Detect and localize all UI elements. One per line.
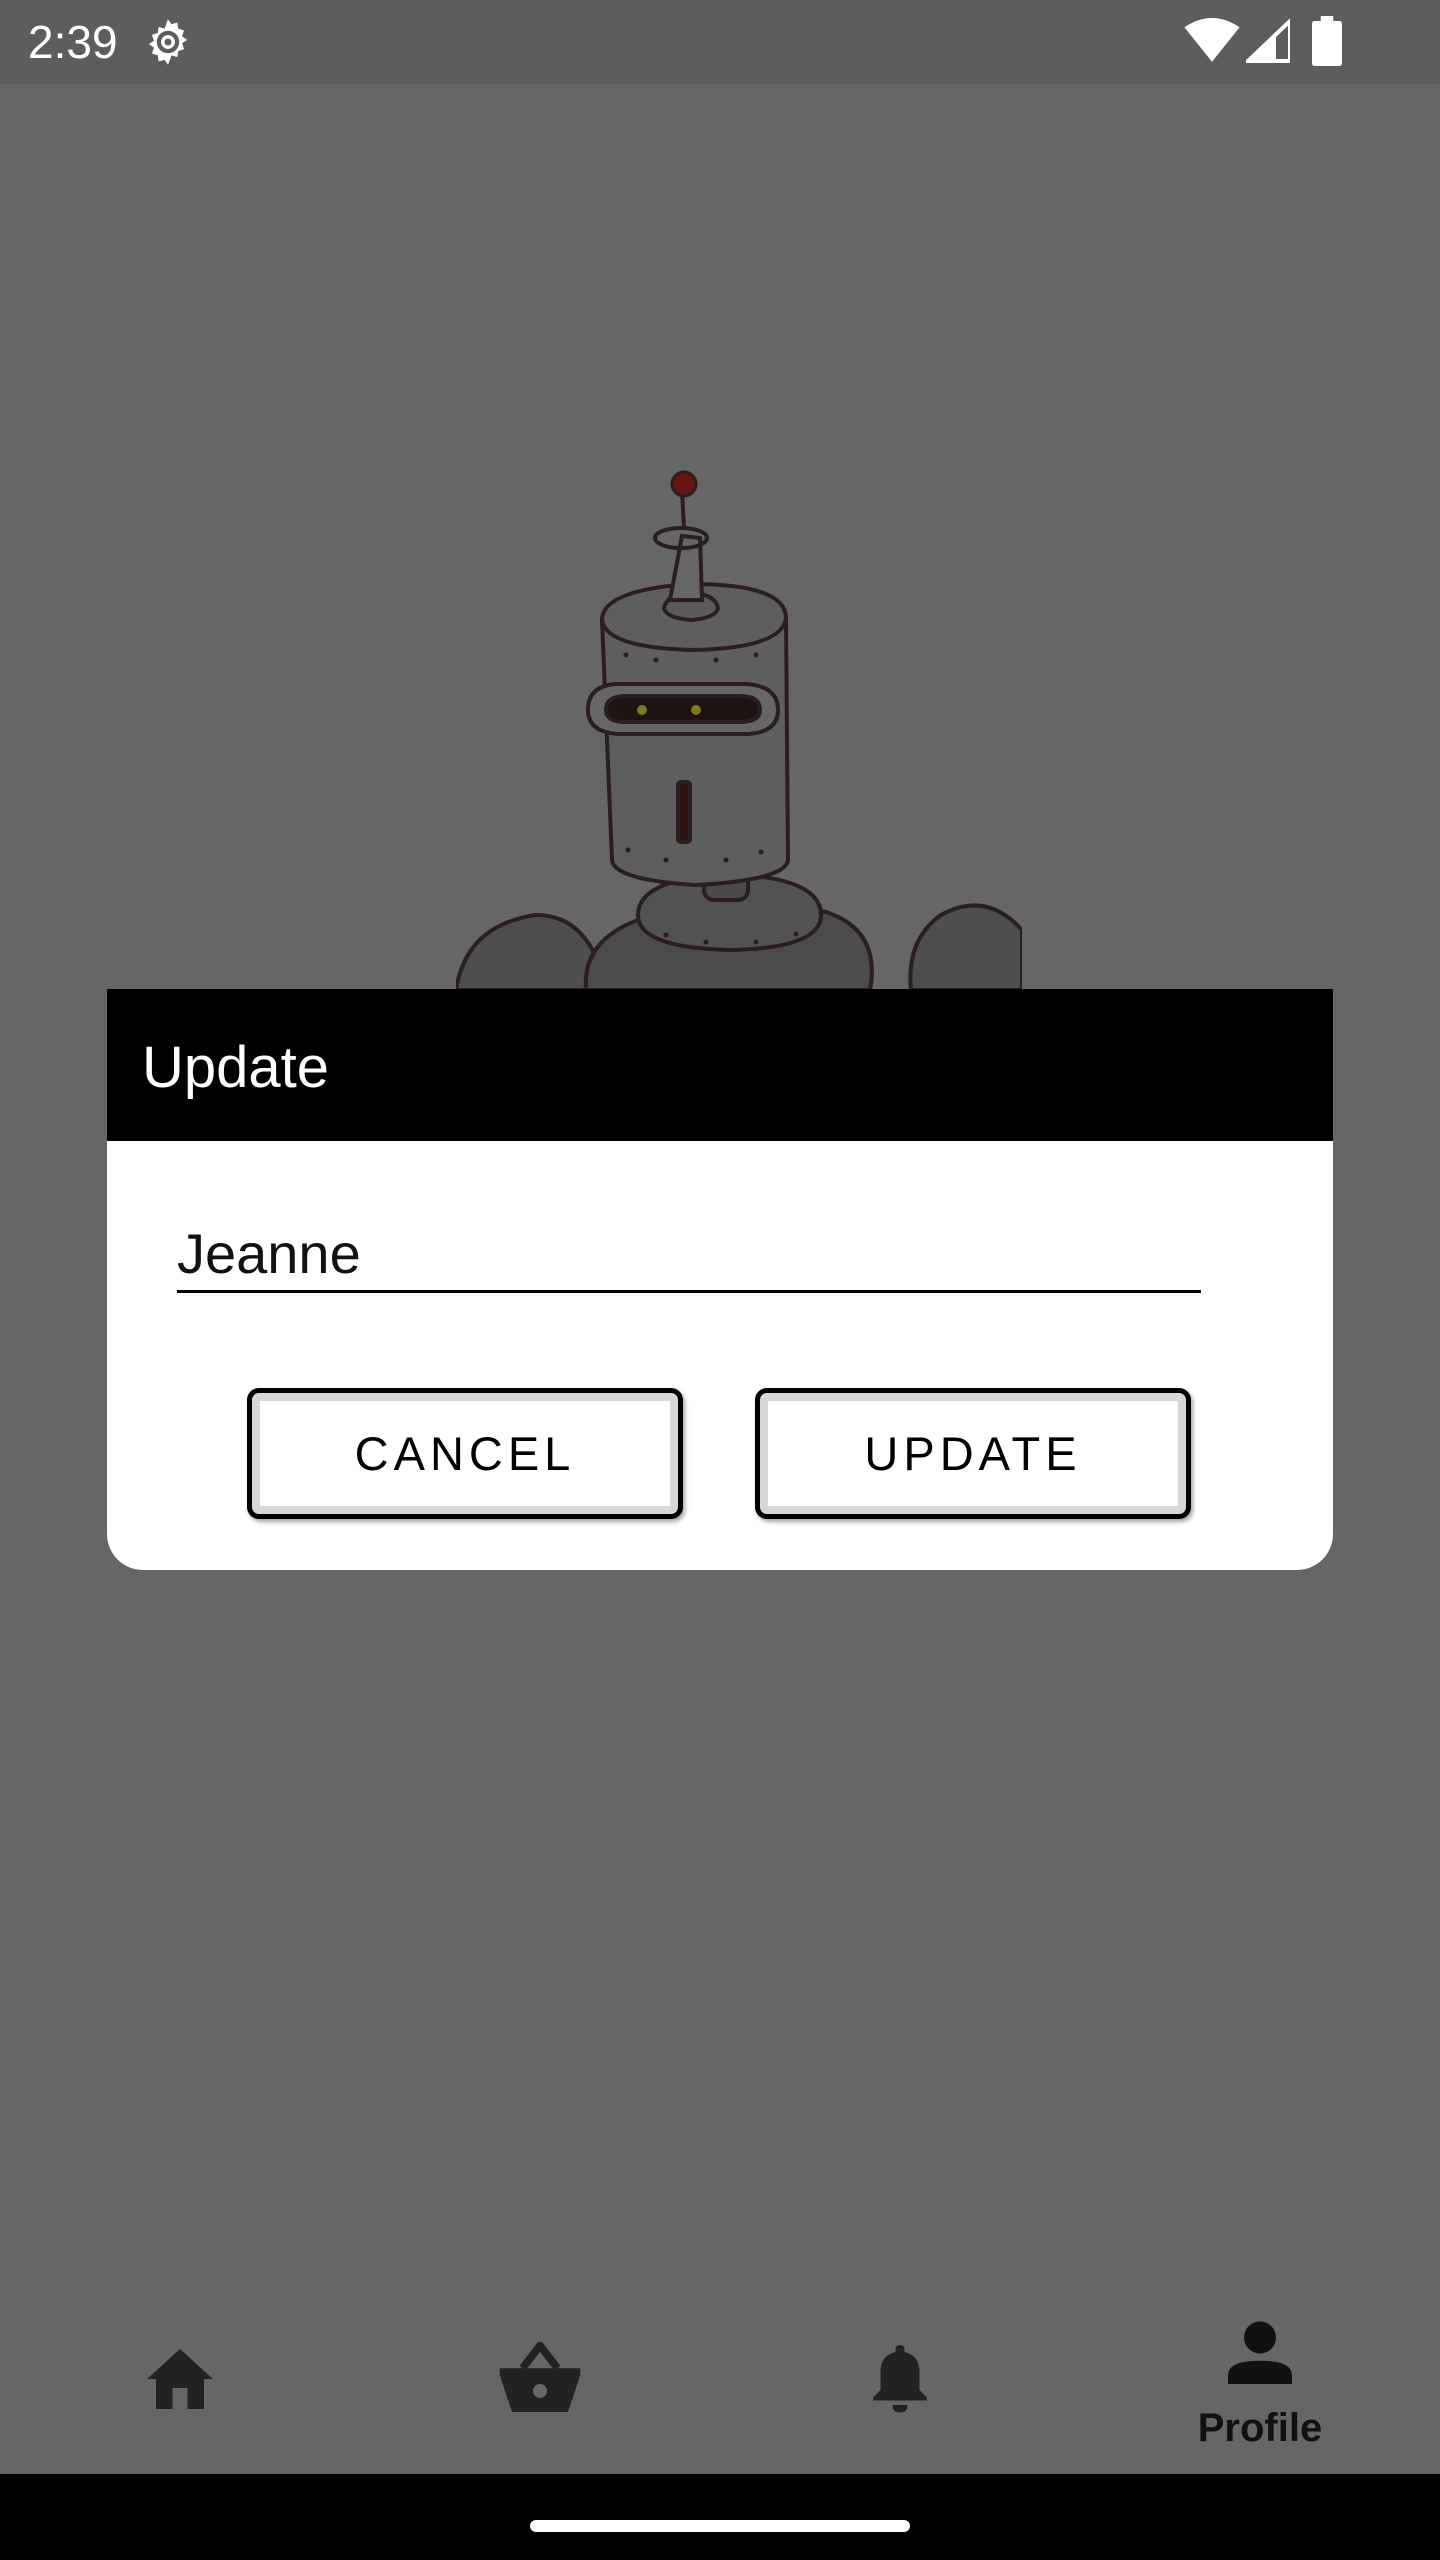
nav-item-notifications[interactable] — [720, 2286, 1080, 2474]
status-bar: 2:39 — [0, 0, 1440, 84]
dialog-header: Update — [107, 989, 1333, 1141]
nav-item-profile[interactable]: Profile — [1080, 2286, 1440, 2474]
cancel-button[interactable]: CANCEL — [247, 1388, 683, 1519]
signal-icon — [1246, 18, 1290, 63]
wifi-icon — [1184, 18, 1240, 62]
nav-label-profile: Profile — [1197, 2406, 1323, 2450]
settings-icon — [148, 19, 188, 65]
update-button[interactable]: UPDATE — [755, 1388, 1191, 1519]
name-input[interactable] — [177, 1217, 1201, 1293]
system-navigation-bar — [0, 2474, 1440, 2560]
profile-image — [456, 470, 1022, 990]
bottom-navigation: Profile — [0, 2286, 1440, 2474]
basket-icon — [499, 2341, 581, 2412]
dialog-title: Update — [142, 1035, 330, 1100]
bell-icon — [873, 2345, 927, 2413]
battery-icon — [1312, 16, 1342, 66]
nav-item-basket[interactable] — [360, 2286, 720, 2474]
home-gesture-handle[interactable] — [530, 2520, 910, 2532]
home-icon — [147, 2349, 213, 2409]
status-time: 2:39 — [28, 16, 118, 68]
update-dialog: Update CANCEL UPDATE — [107, 989, 1333, 1570]
nav-item-home[interactable] — [0, 2286, 360, 2474]
person-icon — [1228, 2321, 1292, 2384]
